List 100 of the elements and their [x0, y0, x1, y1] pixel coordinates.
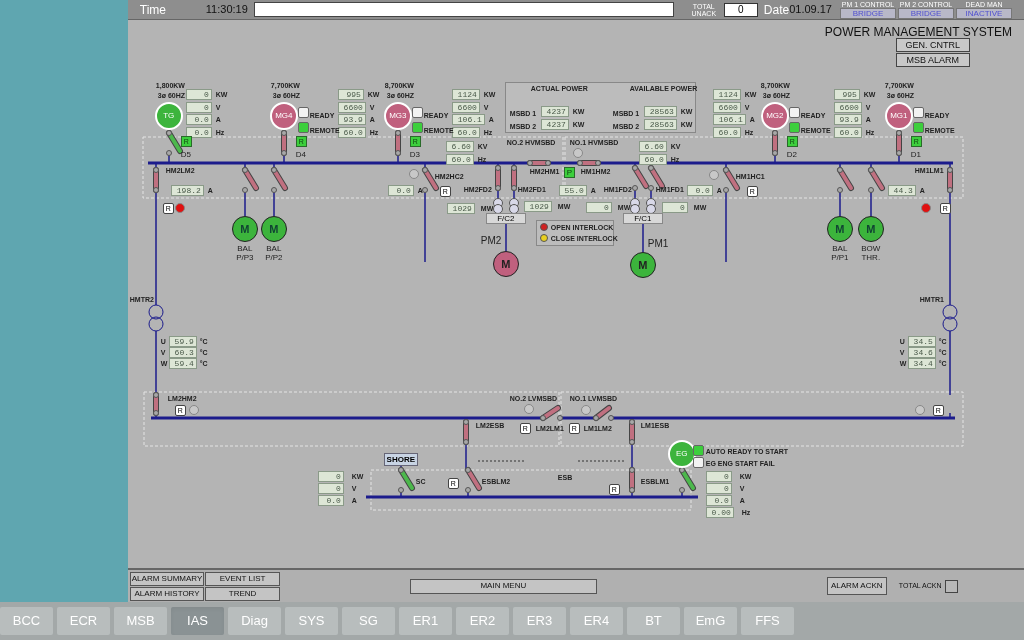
date-label: Date — [763, 1, 790, 19]
main-menu-button[interactable]: MAIN MENU — [409, 578, 597, 594]
breaker-label: D2 — [786, 151, 798, 159]
reading-value: 6600 — [712, 101, 741, 113]
alarm-button[interactable]: EVENT LIST — [205, 571, 280, 586]
reading-value: 995 — [833, 89, 860, 100]
circuit-breaker[interactable] — [280, 130, 287, 156]
alarm-button[interactable]: TREND — [205, 586, 280, 601]
reading-value: 44.3 — [887, 185, 916, 196]
motor-symbol: M — [231, 216, 258, 242]
circuit-breaker[interactable] — [464, 467, 482, 493]
reading-value: 34.4 — [907, 358, 936, 369]
reading-value: 106.1 — [451, 114, 485, 125]
control-value[interactable]: BRIDGE — [898, 7, 954, 19]
reading-value: 1029 — [446, 203, 475, 214]
generator-symbol[interactable]: MG4 — [269, 102, 298, 130]
reading-value: 0 — [185, 101, 212, 113]
reading-value: 198.2 — [170, 185, 204, 196]
dashed-line — [477, 460, 527, 462]
date-value: 01.09.17 — [789, 2, 832, 18]
command-button[interactable]: MSB ALARM — [895, 53, 970, 67]
circuit-breaker[interactable] — [394, 130, 401, 156]
page-title: POWER MANAGEMENT SYSTEM — [824, 24, 1012, 41]
reading-value: 34.5 — [907, 336, 936, 347]
time-label: Time — [139, 1, 168, 19]
circuit-breaker[interactable] — [867, 167, 885, 193]
circuit-breaker[interactable] — [592, 405, 614, 421]
circuit-breaker[interactable] — [462, 419, 469, 445]
circuit-breaker[interactable] — [526, 160, 551, 166]
reading-value: 0.0 — [705, 495, 732, 506]
reading-value: 60.0 — [833, 126, 862, 138]
generator-symbol[interactable]: MG3 — [383, 102, 412, 130]
wire — [505, 221, 507, 252]
command-button[interactable]: GEN. CNTRL — [895, 38, 970, 52]
wire — [949, 330, 951, 396]
breaker-label: D1 — [910, 151, 922, 159]
breaker-label: D5 — [180, 151, 192, 159]
transformer-icon — [629, 198, 640, 214]
circuit-breaker[interactable] — [628, 419, 635, 445]
generator-symbol[interactable]: MG2 — [760, 102, 789, 130]
shore-button[interactable]: SHORE — [383, 453, 418, 466]
transformer-icon — [492, 198, 503, 214]
circuit-breaker[interactable] — [539, 405, 563, 421]
transformer-icon — [508, 198, 519, 214]
circuit-breaker[interactable] — [836, 167, 854, 193]
reading-value: 0 — [317, 471, 344, 482]
load-label: BOW THR. — [860, 244, 882, 262]
circuit-breaker[interactable] — [241, 167, 259, 193]
circuit-breaker[interactable] — [678, 467, 696, 493]
reading-value: 6600 — [451, 101, 480, 113]
reading-value: 6.60 — [638, 141, 667, 152]
reading-value: 106.1 — [712, 114, 746, 125]
circuit-breaker[interactable] — [631, 165, 649, 191]
circuit-breaker[interactable] — [628, 467, 635, 493]
reading-value: 60.0 — [638, 154, 667, 165]
circuit-breaker[interactable] — [270, 167, 288, 193]
load-label: BAL P/P3 — [235, 244, 255, 262]
load-label: BAL P/P1 — [830, 244, 850, 262]
message-field[interactable] — [253, 2, 674, 17]
reading-value: 34.6 — [907, 347, 936, 358]
circuit-breaker[interactable] — [165, 130, 183, 156]
reading-value: 995 — [337, 89, 364, 100]
motor-symbol: M — [629, 252, 656, 278]
reading-value: 60.0 — [445, 154, 474, 165]
alarm-ackn-button[interactable]: ALARM ACKN — [826, 577, 887, 595]
transformer-icon — [645, 198, 656, 214]
circuit-breaker[interactable] — [152, 167, 159, 193]
alarm-button[interactable]: ALARM HISTORY — [129, 586, 205, 601]
wire — [949, 412, 951, 419]
reading-value: 0 — [317, 483, 344, 494]
circuit-breaker[interactable] — [771, 130, 778, 156]
control-value[interactable]: INACTIVE — [956, 7, 1012, 19]
tab[interactable]: IAS — [171, 607, 224, 635]
reading-value: 93.9 — [833, 114, 862, 125]
reading-value: 59.4 — [168, 358, 197, 369]
dashed-line — [577, 460, 627, 462]
breaker-label: D3 — [409, 151, 421, 159]
circuit-breaker[interactable] — [494, 165, 501, 191]
circuit-breaker[interactable] — [895, 130, 902, 156]
reading-value: 0 — [705, 483, 732, 494]
reading-value: 1124 — [451, 89, 480, 100]
transformer-icon — [942, 304, 958, 332]
motor-label: PM1 — [647, 237, 669, 251]
reading-value: 60.0 — [712, 126, 741, 138]
generator-symbol[interactable]: MG1 — [884, 102, 913, 130]
motor-label: PM2 — [480, 234, 502, 248]
checkbox[interactable] — [945, 579, 959, 593]
circuit-breaker[interactable] — [946, 167, 953, 193]
reading-value: 59.9 — [168, 336, 197, 347]
circuit-breaker[interactable] — [397, 467, 415, 493]
circuit-breaker[interactable] — [576, 160, 601, 166]
reading-value: 60.3 — [168, 347, 197, 358]
time-value: 11:30:19 — [205, 2, 248, 18]
alarm-button[interactable]: ALARM SUMMARY — [129, 571, 205, 586]
reading-value: 1124 — [712, 89, 741, 100]
motor-symbol: M — [492, 251, 519, 277]
circuit-breaker[interactable] — [152, 392, 159, 416]
control-value[interactable]: BRIDGE — [840, 7, 896, 19]
reading-value: 28563 — [643, 119, 677, 130]
circuit-breaker[interactable] — [510, 165, 517, 191]
